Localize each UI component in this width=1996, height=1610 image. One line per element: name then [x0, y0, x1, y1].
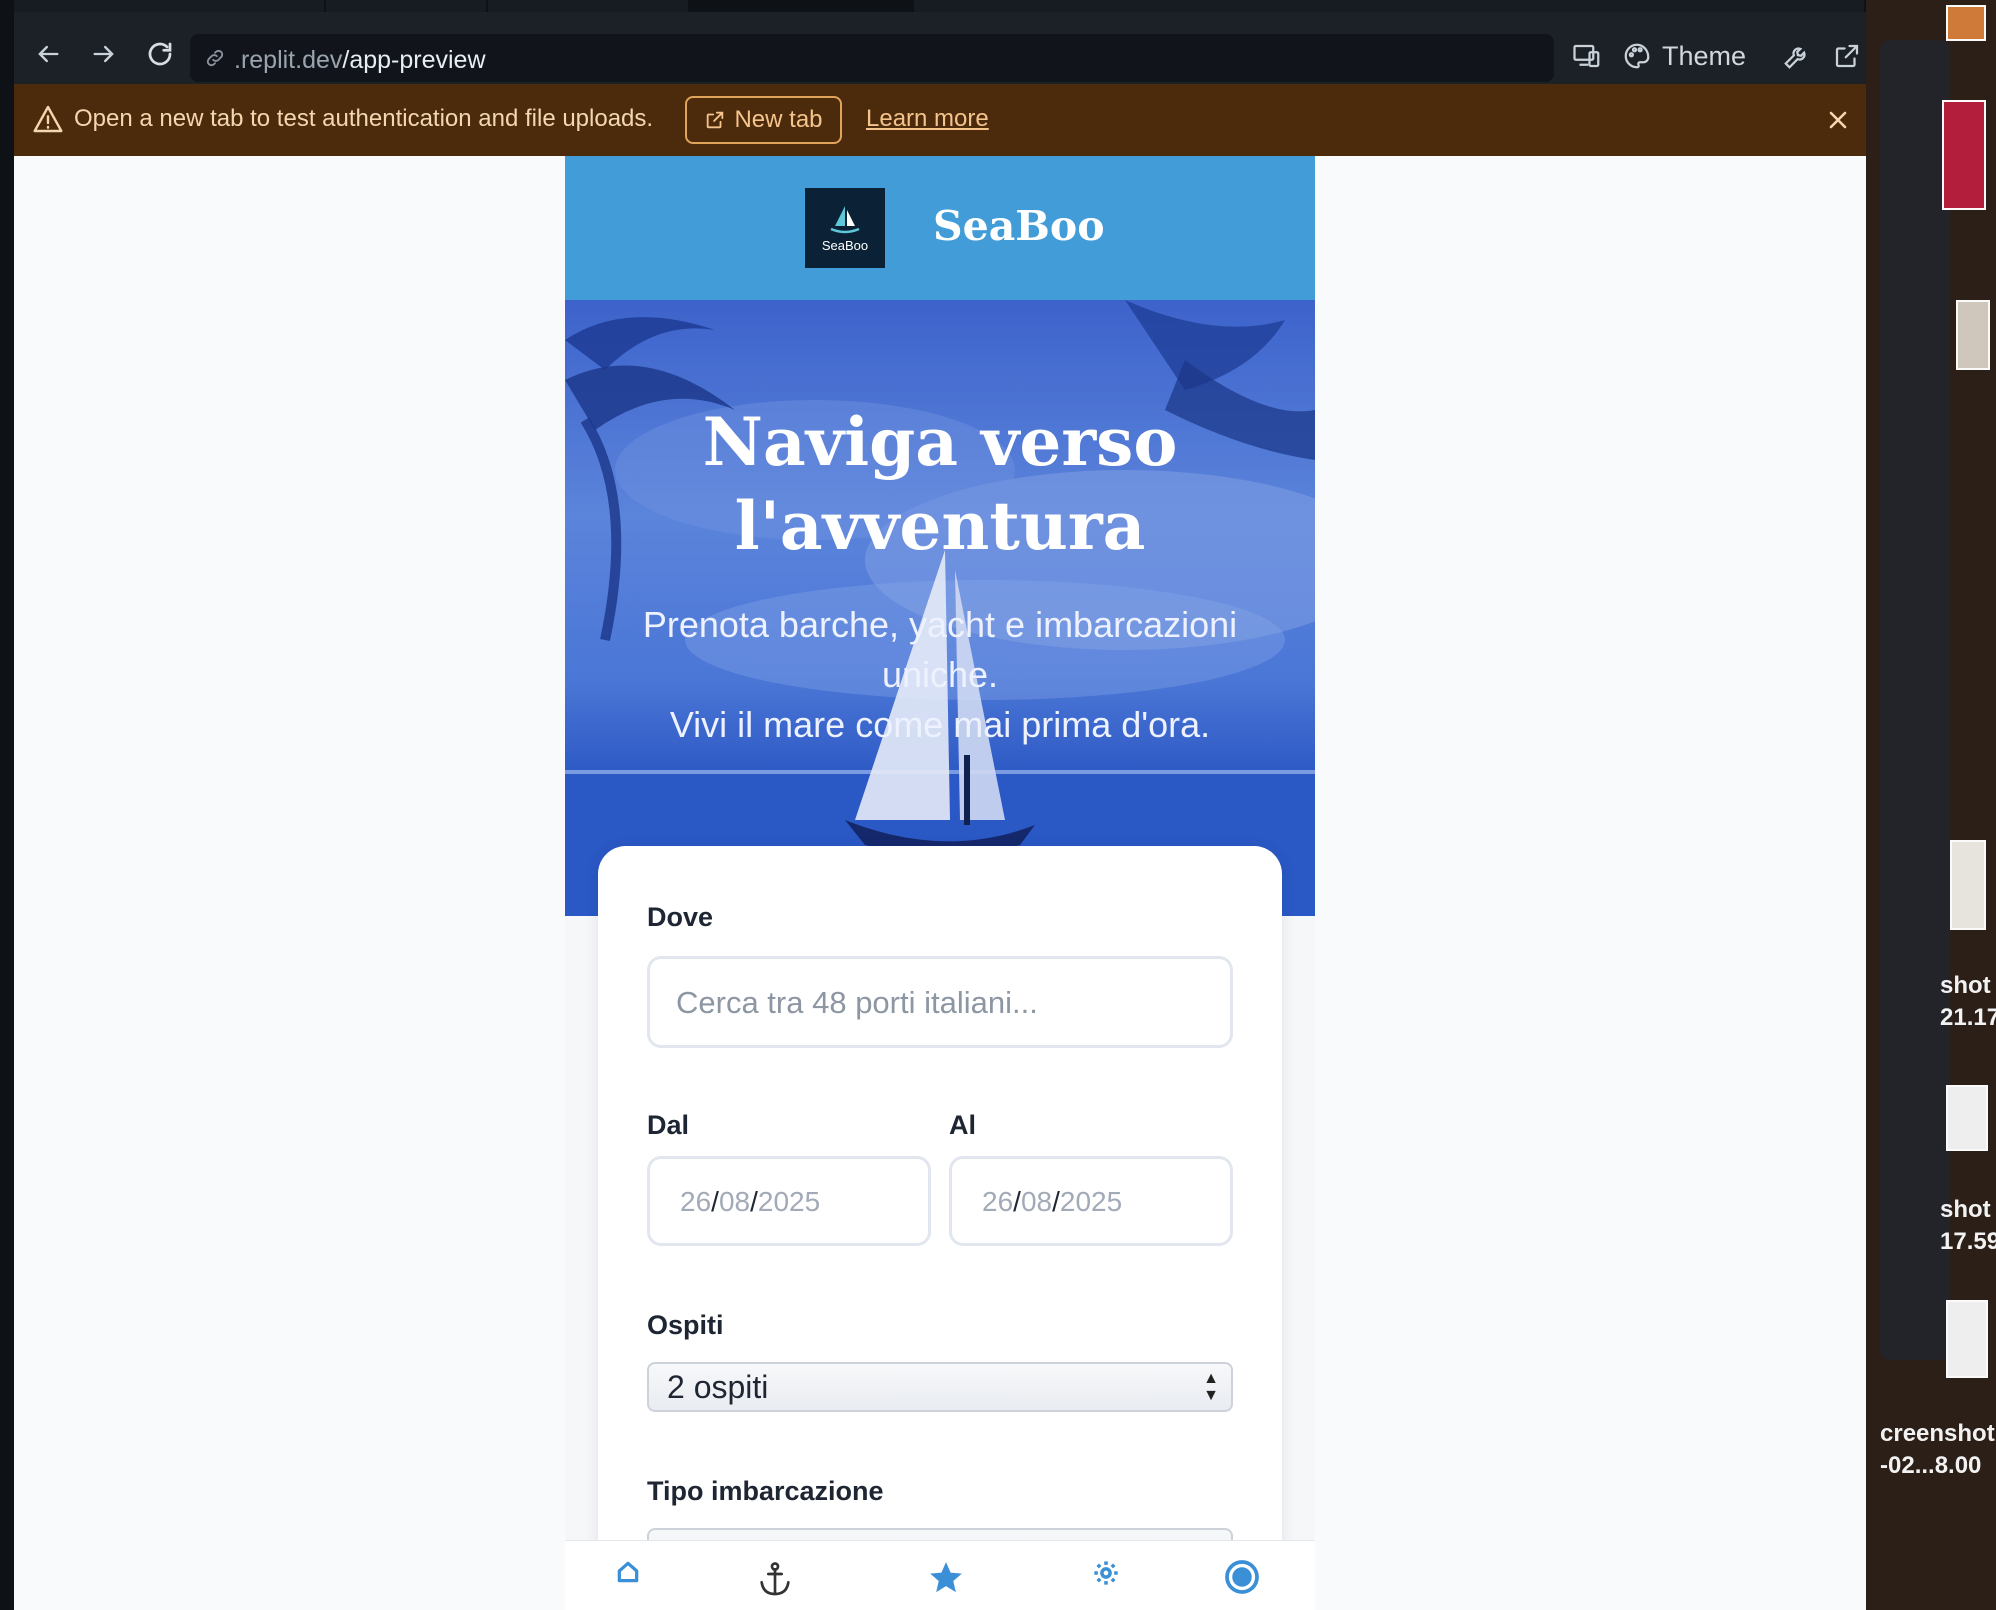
where-input[interactable]: Cerca tra 48 porti italiani... [647, 956, 1233, 1048]
theme-button[interactable]: Theme [1622, 36, 1746, 76]
guests-label: Ospiti [647, 1310, 724, 1340]
anchor-icon [760, 1562, 790, 1596]
nav-settings[interactable] [1084, 1559, 1128, 1603]
warning-icon [33, 105, 63, 133]
reload-icon [148, 42, 172, 66]
link-icon [206, 49, 224, 67]
external-link-icon [707, 111, 724, 129]
hero-subtitle: Prenota barche, yacht e imbarcazioni uni… [642, 604, 1238, 745]
nav-favorites[interactable] [924, 1559, 968, 1603]
file-thumbnail[interactable] [1956, 300, 1990, 370]
devices-button[interactable] [1572, 36, 1602, 76]
open-external-button[interactable] [1832, 36, 1862, 76]
bottom-nav [565, 1540, 1315, 1610]
close-icon[interactable] [1824, 106, 1852, 134]
tab[interactable] [488, 0, 688, 12]
from-date-value: 26/08/2025 [680, 1186, 821, 1217]
hero-title: Naviga verso l'avventura [702, 403, 1178, 565]
url-bar[interactable]: .replit.dev/app-preview [190, 34, 1554, 82]
learn-more-link[interactable]: Learn more [866, 105, 989, 133]
tab[interactable] [14, 0, 324, 12]
browser-window: .replit.dev/app-preview Theme Open a new… [14, 0, 1866, 1610]
file-thumbnail[interactable] [1946, 1085, 1988, 1151]
to-date-input[interactable]: 26/08/2025 [949, 1156, 1233, 1246]
from-label: Dal [647, 1110, 690, 1140]
devices-icon [1573, 44, 1600, 68]
url-text: .replit.dev/app-preview [234, 46, 486, 74]
browser-toolbar: .replit.dev/app-preview Theme [14, 12, 1866, 84]
back-button[interactable] [30, 36, 66, 72]
profile-icon [1225, 1560, 1259, 1594]
file-thumbnail[interactable] [1950, 840, 1986, 930]
nav-boats[interactable] [753, 1559, 797, 1603]
to-label: Al [949, 1110, 976, 1140]
new-tab-button[interactable]: New tab [685, 96, 842, 144]
back-arrow-icon [38, 45, 59, 63]
file-thumbnail[interactable] [1946, 5, 1986, 41]
select-arrows-icon: ▲ ▼ [1203, 1370, 1219, 1404]
where-label: Dove [647, 902, 714, 932]
search-card: Dove Cerca tra 48 porti italiani... Dal … [598, 846, 1282, 1610]
background-window [1880, 40, 1950, 1360]
desktop-file-label[interactable]: shot 21.17 [1940, 970, 1996, 1034]
theme-label: Theme [1662, 40, 1747, 71]
banner-message: Open a new tab to test authentication an… [74, 105, 654, 132]
desktop-background: shot 21.17 shot 17.59 creenshot -02...8.00 [1866, 0, 1996, 1610]
forward-arrow-icon [93, 45, 114, 63]
devtools-button[interactable] [1782, 36, 1812, 76]
tab-strip [14, 0, 1866, 12]
gear-icon [1094, 1561, 1118, 1585]
external-link-icon [1835, 44, 1859, 68]
tab[interactable] [326, 0, 486, 12]
notice-banner: Open a new tab to test authentication an… [14, 84, 1866, 156]
logo-text: SeaBoo [821, 237, 869, 253]
guests-value: 2 ospiti [667, 1369, 769, 1405]
home-icon [617, 1561, 639, 1583]
app-preview: SeaBoo SeaBoo Naviga verso l'avventura P… [565, 156, 1315, 1610]
nav-profile[interactable] [1220, 1559, 1264, 1603]
guests-select[interactable]: 2 ospiti ▲ ▼ [647, 1362, 1233, 1412]
app-header: SeaBoo SeaBoo [565, 156, 1315, 300]
star-icon [930, 1562, 962, 1593]
desktop-file-label[interactable]: creenshot -02...8.00 [1880, 1418, 1995, 1482]
new-tab-label: New tab [734, 106, 823, 133]
reload-button[interactable] [142, 36, 178, 72]
from-date-input[interactable]: 26/08/2025 [647, 1156, 931, 1246]
brand-logo[interactable]: SeaBoo [805, 188, 885, 268]
to-date-value: 26/08/2025 [982, 1186, 1123, 1217]
wrench-icon [1784, 47, 1806, 69]
nav-home[interactable] [606, 1559, 650, 1603]
desktop-file-label[interactable]: shot 17.59 [1940, 1194, 1996, 1258]
forward-button[interactable] [86, 36, 122, 72]
tab[interactable] [914, 0, 1864, 12]
sailboat-icon [830, 205, 860, 233]
where-placeholder: Cerca tra 48 porti italiani... [676, 985, 1038, 1020]
palette-icon [1624, 43, 1650, 69]
file-thumbnail[interactable] [1942, 100, 1986, 210]
brand-name: SeaBoo [933, 202, 1105, 250]
boat-type-label: Tipo imbarcazione [647, 1476, 884, 1506]
hero-banner: Naviga verso l'avventura Prenota barche,… [565, 300, 1315, 916]
file-thumbnail[interactable] [1946, 1300, 1988, 1378]
